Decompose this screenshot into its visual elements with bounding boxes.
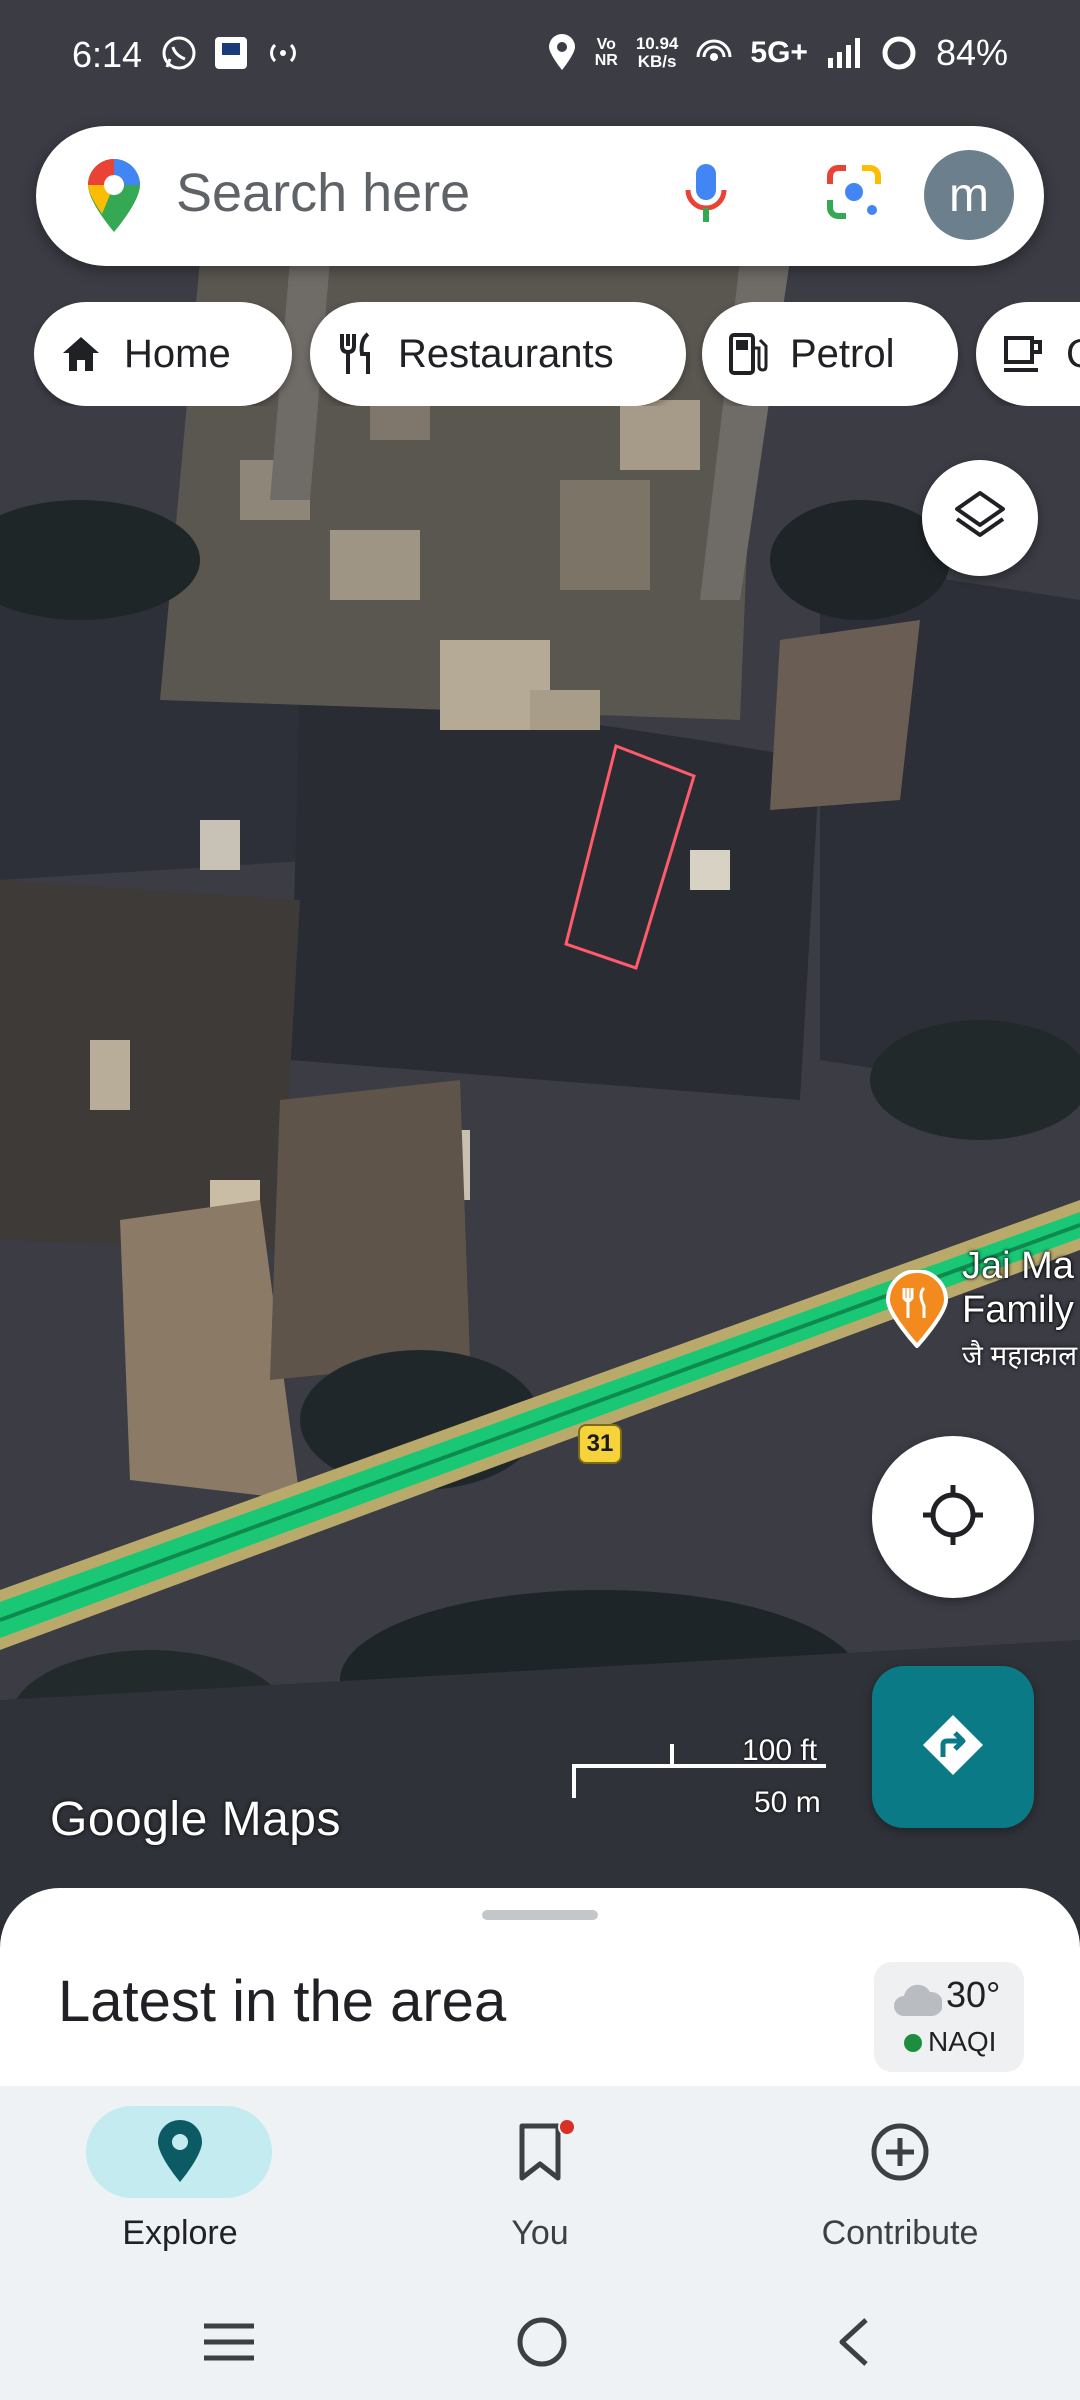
sheet-title: Latest in the area — [58, 1969, 507, 2034]
whatsapp-icon — [160, 34, 198, 72]
back-icon[interactable] — [828, 2312, 878, 2377]
directions-icon — [921, 1713, 985, 1782]
cloud-icon — [892, 1984, 944, 2023]
home-icon — [60, 334, 102, 374]
bottom-sheet[interactable]: Latest in the area 30° NAQI — [0, 1888, 1080, 2088]
scale-feet-label: 100 ft — [742, 1734, 818, 1767]
weather-card[interactable]: 30° NAQI — [874, 1962, 1024, 2072]
directions-button[interactable] — [872, 1666, 1034, 1828]
battery-icon — [880, 34, 918, 72]
temperature: 30° — [946, 1974, 1001, 2015]
restaurant-icon — [336, 332, 376, 376]
layers-icon — [953, 489, 1007, 548]
nav-explore[interactable]: Explore — [0, 2086, 360, 2290]
status-bar: 6:14 Vo NR 10.94 KB/s 5G+ 84% — [0, 0, 1080, 110]
system-navigation-bar — [0, 2290, 1080, 2400]
explore-pin-icon — [144, 2116, 216, 2193]
chip-home[interactable]: Home — [34, 302, 292, 406]
wifi-calling-icon — [696, 35, 732, 71]
place-label-hindi: जै महाकाल — [962, 1340, 1078, 1371]
signal-strength-icon — [826, 36, 862, 70]
drag-handle[interactable] — [482, 1910, 598, 1920]
scale-meters-label: 50 m — [754, 1786, 821, 1819]
chip-coffee[interactable]: C — [976, 302, 1080, 406]
location-icon — [547, 34, 577, 72]
google-lens-icon[interactable] — [826, 164, 882, 225]
vonr-indicator: Vo NR — [594, 36, 618, 69]
place-label[interactable]: Jai Ma Family — [962, 1244, 1074, 1332]
category-chips: Home Restaurants Petrol C — [34, 302, 1080, 406]
battery-level: 84% — [935, 32, 1008, 73]
restaurant-pin-icon[interactable] — [884, 1269, 950, 1353]
map-layers-button[interactable] — [922, 460, 1038, 576]
menu-icon[interactable] — [200, 2312, 258, 2377]
mic-icon[interactable] — [684, 162, 728, 231]
app-notification-icon — [212, 34, 250, 72]
notification-dot — [558, 2118, 576, 2136]
nav-you[interactable]: You — [360, 2086, 720, 2290]
network-speed: 10.94 KB/s — [635, 34, 679, 71]
fuel-icon — [728, 332, 768, 376]
chip-petrol[interactable]: Petrol — [702, 302, 958, 406]
notification-icons — [160, 34, 302, 72]
network-type: 5G+ — [750, 36, 808, 69]
google-maps-logo: Google Maps — [50, 1793, 341, 1846]
coffee-icon — [1002, 334, 1044, 374]
route-number-badge: 31 — [578, 1424, 622, 1464]
nav-contribute[interactable]: Contribute — [720, 2086, 1080, 2290]
chip-restaurants[interactable]: Restaurants — [310, 302, 686, 406]
google-maps-pin-icon — [86, 158, 142, 239]
hotspot-icon — [264, 34, 302, 72]
my-location-button[interactable] — [872, 1436, 1034, 1598]
avatar[interactable]: m — [924, 150, 1014, 240]
add-circle-icon — [864, 2116, 936, 2193]
crosshair-icon — [921, 1483, 985, 1552]
satellite-imagery — [0, 0, 1080, 1920]
home-circle-icon[interactable] — [512, 2312, 572, 2377]
search-input[interactable]: Search here — [176, 162, 470, 224]
search-bar[interactable]: Search here m — [36, 126, 1044, 266]
clock: 6:14 — [72, 34, 143, 75]
aqi-label: NAQI — [928, 2026, 997, 2057]
system-indicators: Vo NR 10.94 KB/s 5G+ 84% — [547, 32, 1008, 74]
aqi-status-dot — [904, 2034, 922, 2052]
satellite-map[interactable]: Jai Ma Family जै महाकाल 31 Google Maps 1… — [0, 0, 1080, 1920]
bottom-navigation: Explore You Contribute — [0, 2086, 1080, 2290]
